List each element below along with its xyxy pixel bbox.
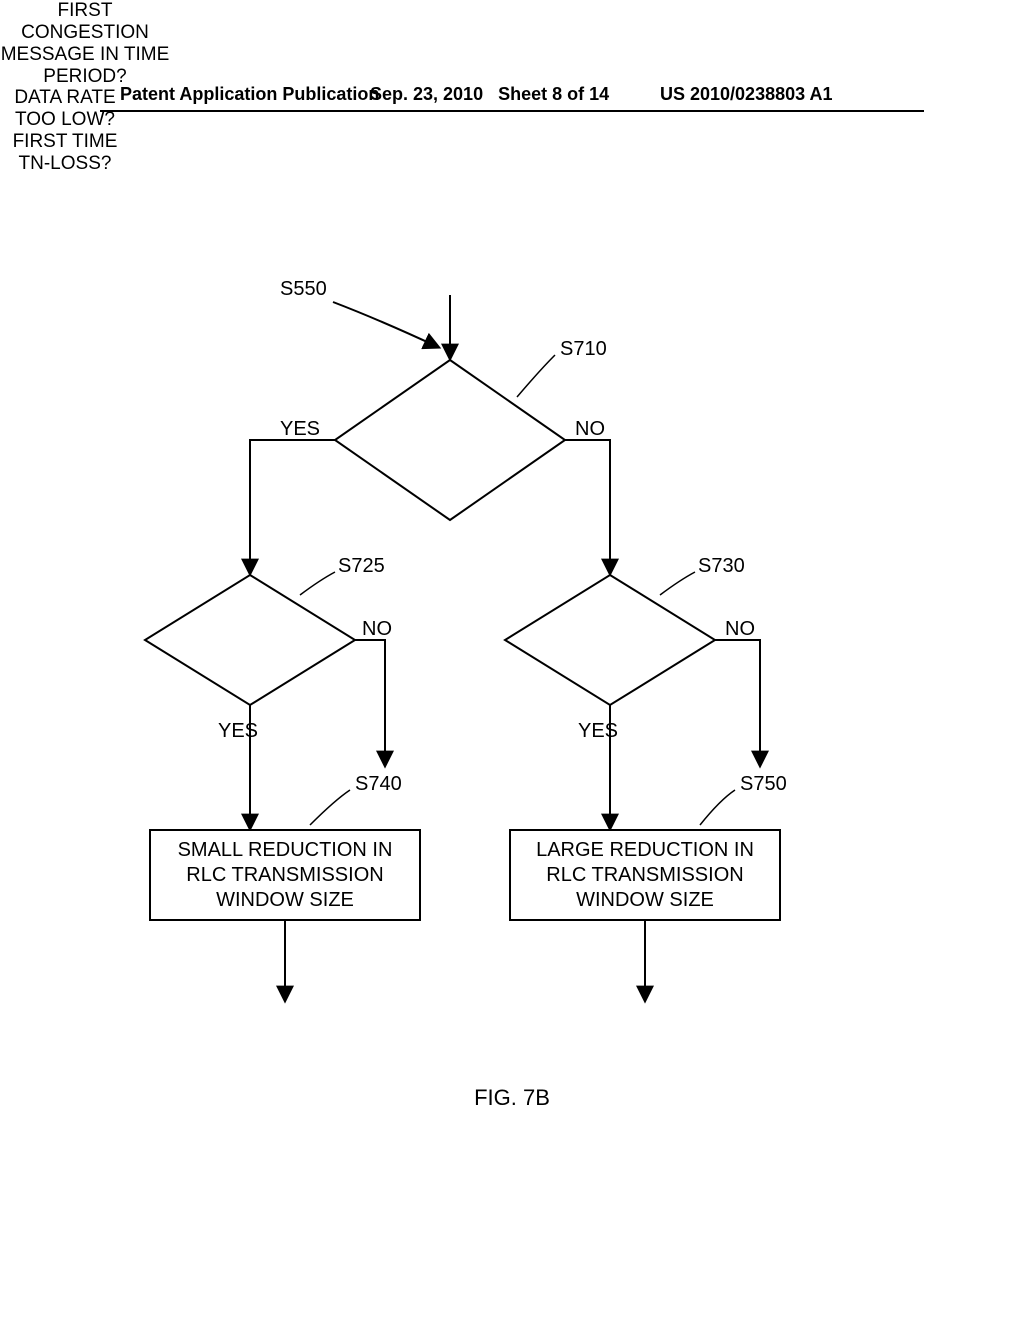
- label-s725: S725: [338, 555, 385, 578]
- label-s730: S730: [698, 555, 745, 578]
- flowchart-svg: [0, 0, 1024, 1320]
- label-yes-top: YES: [280, 418, 320, 441]
- figure-caption: FIG. 7B: [0, 1085, 1024, 1111]
- label-yes-left: YES: [218, 720, 258, 743]
- label-no-right: NO: [725, 618, 755, 641]
- label-no-left: NO: [362, 618, 392, 641]
- page: Patent Application Publication Sep. 23, …: [0, 0, 1024, 1320]
- label-s740: S740: [355, 773, 402, 796]
- label-yes-right: YES: [578, 720, 618, 743]
- label-s550: S550: [280, 278, 327, 301]
- process-s750-text: LARGE REDUCTION INRLC TRANSMISSIONWINDOW…: [515, 838, 775, 913]
- process-s740-text: SMALL REDUCTION INRLC TRANSMISSIONWINDOW…: [155, 838, 415, 913]
- label-s710: S710: [560, 338, 607, 361]
- label-no-top: NO: [575, 418, 605, 441]
- label-s750: S750: [740, 773, 787, 796]
